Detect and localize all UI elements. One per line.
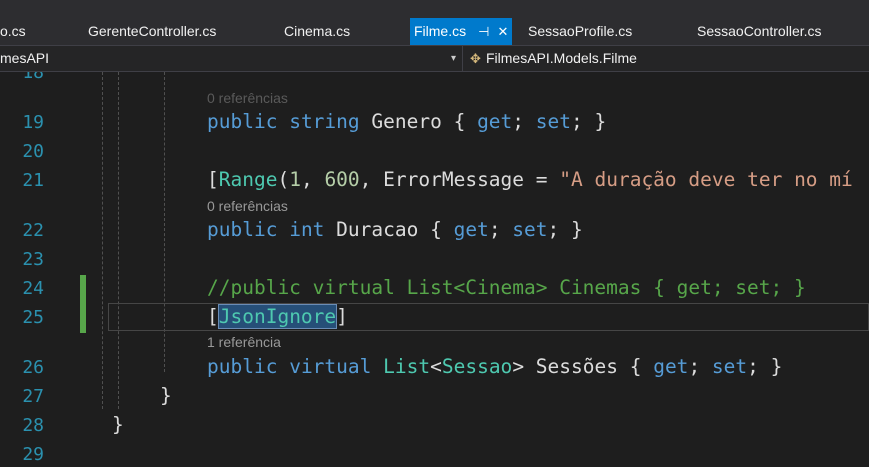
code-line-25: [JsonIgnore]	[207, 304, 348, 329]
code-text: ; }	[571, 110, 607, 133]
code-text: ;	[512, 110, 536, 133]
keyword: int	[289, 218, 325, 241]
code-editor[interactable]: 18 0 referências 19 public string Genero…	[0, 72, 869, 467]
line-number: 25	[22, 307, 44, 328]
code-text: ;	[488, 218, 513, 241]
line-number: 23	[22, 249, 44, 270]
tab-label: GerenteController.cs	[88, 23, 217, 39]
document-tab-bar: o.cs GerenteController.cs Cinema.cs Film…	[0, 0, 869, 45]
class-path: FilmesAPI.Models.Filme	[486, 50, 637, 66]
attribute-name-selected[interactable]: JsonIgnore	[217, 304, 338, 329]
navigation-bar: mesAPI ▾ ✥ FilmesAPI.Models.Filme	[0, 45, 869, 72]
code-text: >	[512, 355, 525, 378]
code-text: Genero {	[359, 110, 478, 133]
code-line-21: [Range(1, 600, ErrorMessage = "A duração…	[207, 168, 853, 191]
keyword: virtual	[289, 355, 372, 378]
code-line-22: public int Duracao { get; set; }	[207, 218, 583, 241]
attribute-name: Range	[218, 168, 278, 191]
code-text: (	[277, 168, 290, 191]
number-literal: 1	[289, 168, 301, 191]
class-icon: ✥	[470, 51, 481, 66]
code-text: ; }	[547, 218, 583, 241]
tab-sessao-controller[interactable]: SessaoController.cs	[697, 18, 822, 45]
closing-brace: }	[160, 384, 172, 407]
class-dropdown[interactable]: ✥ FilmesAPI.Models.Filme	[470, 46, 637, 71]
line-number: 27	[22, 386, 44, 407]
code-text: ; }	[747, 355, 783, 378]
tab-label: Filme.cs	[414, 23, 467, 39]
close-icon[interactable]: ✕	[497, 18, 508, 45]
codelens-references[interactable]: 0 referências	[207, 198, 288, 214]
code-line-19: public string Genero { get; set; }	[207, 110, 606, 133]
keyword: public	[207, 218, 278, 241]
tab-o-cs[interactable]: o.cs	[0, 18, 26, 45]
number-literal: 600	[324, 168, 360, 191]
tab-sessao-profile[interactable]: SessaoProfile.cs	[528, 18, 632, 45]
line-number: 24	[22, 278, 44, 299]
keyword: get	[477, 110, 513, 133]
tab-label: o.cs	[0, 23, 26, 39]
code-text: [	[207, 305, 219, 328]
tab-label: SessaoController.cs	[697, 23, 822, 39]
keyword: set	[711, 355, 748, 378]
tab-gerente-controller[interactable]: GerenteController.cs	[88, 18, 216, 45]
line-number: 22	[22, 220, 44, 241]
line-number: 19	[22, 112, 44, 133]
keyword: get	[653, 355, 689, 378]
codelens-references[interactable]: 0 referências	[207, 90, 288, 106]
closing-brace: }	[112, 413, 124, 436]
keyword: set	[512, 218, 548, 241]
keyword: string	[289, 110, 360, 133]
code-line-24-comment: //public virtual List<Cinema> Cinemas { …	[207, 276, 806, 299]
project-dropdown[interactable]: mesAPI ▾	[0, 46, 462, 71]
project-name: mesAPI	[0, 50, 50, 66]
code-text: Duracao {	[324, 218, 454, 241]
nav-divider	[462, 46, 463, 71]
code-text: <	[430, 355, 442, 378]
keyword: set	[535, 110, 572, 133]
code-text: ]	[336, 305, 348, 328]
code-text: , ErrorMessage =	[359, 168, 560, 191]
tab-label: SessaoProfile.cs	[528, 23, 633, 39]
string-literal: "A duração deve ter no mí	[559, 168, 853, 191]
chevron-down-icon: ▾	[450, 53, 456, 64]
code-text: ,	[300, 168, 325, 191]
line-number: 18	[22, 72, 44, 83]
indent-guide	[118, 72, 119, 409]
indent-guide	[102, 72, 103, 409]
pin-icon[interactable]: ⊣	[478, 18, 489, 45]
change-marker	[80, 275, 86, 333]
code-text: ;	[688, 355, 712, 378]
line-number: 28	[22, 415, 44, 436]
type-name: Sessao	[441, 355, 513, 378]
code-text: Sessões {	[524, 355, 654, 378]
keyword: public	[207, 110, 278, 133]
line-number: 21	[22, 170, 44, 191]
line-number: 29	[22, 444, 44, 465]
keyword: public	[207, 355, 278, 378]
code-text: [	[207, 168, 219, 191]
type-name: List	[383, 355, 431, 378]
code-line-26: public virtual List<Sessao> Sessões { ge…	[207, 355, 782, 378]
line-number: 26	[22, 357, 44, 378]
keyword: get	[453, 218, 489, 241]
tab-cinema[interactable]: Cinema.cs	[284, 18, 350, 45]
line-number: 20	[22, 141, 44, 162]
codelens-references[interactable]: 1 referência	[207, 334, 281, 350]
tab-filme-active[interactable]: Filme.cs ⊣ ✕	[410, 18, 513, 45]
tab-label: Cinema.cs	[284, 23, 351, 39]
